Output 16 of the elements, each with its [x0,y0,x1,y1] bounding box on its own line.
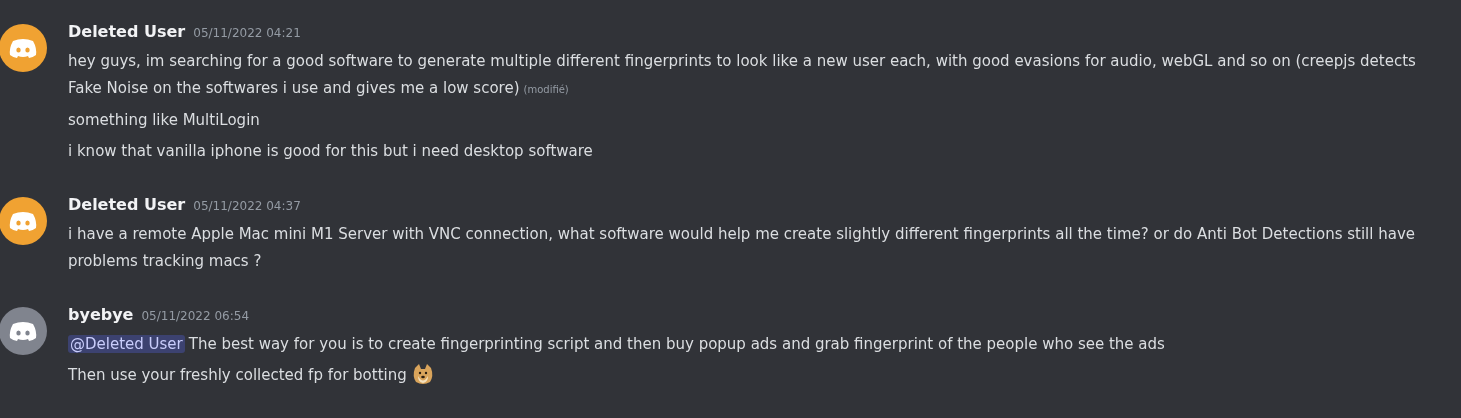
message-text: The best way for you is to create fingerprinting script and then buy popup ads and grab fingerprint of the people who see the ads [188,335,1165,353]
avatar-icon[interactable] [0,307,47,355]
username[interactable]: Deleted User [68,22,186,41]
timestamp: 05/11/2022 06:54 [141,309,250,323]
timestamp: 05/11/2022 04:21 [193,26,301,40]
message-text: something like MultiLogin [68,111,260,129]
avatar-icon[interactable] [0,24,47,72]
user-mention[interactable]: @Deleted User [68,335,185,353]
timestamp: 05/11/2022 04:37 [193,199,301,213]
username[interactable]: byebye [68,305,134,324]
message-text: i have a remote Apple Mac mini M1 Server with VNC connection, what software would help me create slightly different fingerprints all the time? or do Anti Bot Detections still have problems tracking macs ? [68,225,1415,270]
username[interactable]: Deleted User [68,195,186,214]
message-text: Then use your freshly collected fp for botting [68,366,407,384]
message-text: hey guys, im searching for a good software to generate multiple different fingerprints to look like a new user each, with good evasions for audio, webGL and so on (creepjs detects Fake Noise on the softwares i use and gives me a low score) (modifié) [68,52,1416,97]
message-text: i know that vanilla iphone is good for this but i need desktop software [68,142,593,160]
avatar-icon[interactable] [0,197,47,245]
